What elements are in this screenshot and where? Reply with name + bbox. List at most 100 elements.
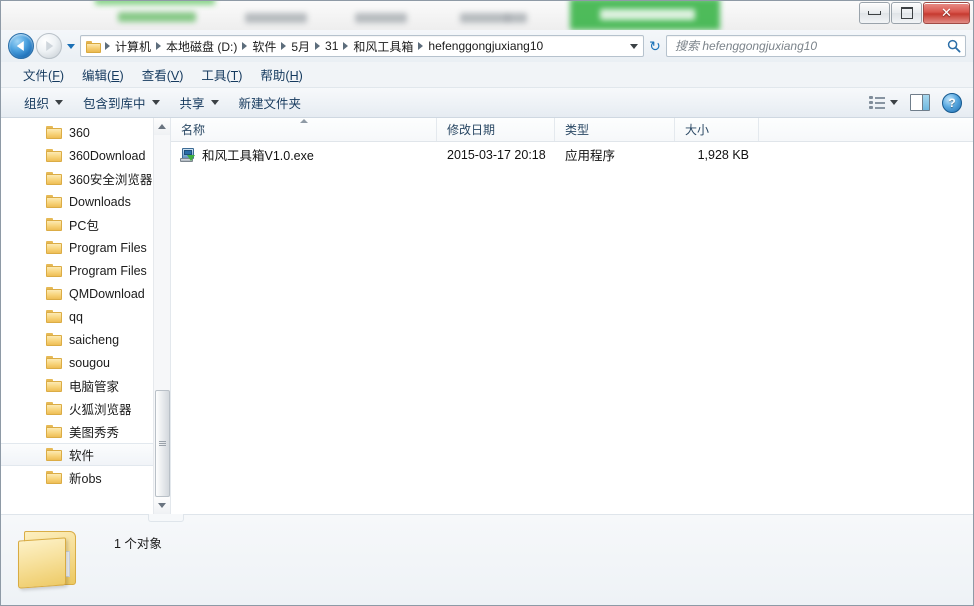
sidebar-item-meitu[interactable]: 美图秀秀 [0, 420, 154, 443]
help-button[interactable]: ? [936, 90, 968, 116]
address-box[interactable]: 计算机 本地磁盘 (D:) 软件 5月 31 和风工具箱 hefenggongj… [80, 35, 644, 57]
file-type-cell: 应用程序 [565, 149, 616, 163]
breadcrumb-separator [343, 42, 349, 50]
file-modified-cell: 2015-03-17 20:18 [447, 147, 546, 162]
back-arrow-icon [16, 41, 24, 51]
sidebar-item-label: 新obs [69, 472, 102, 486]
maximize-icon [900, 7, 913, 19]
main-area: 360 360Download 360安全浏览器 Downloads PC包 P… [0, 118, 974, 514]
include-in-library-button[interactable]: 包含到库中 [73, 89, 170, 116]
sidebar-item-xinobs[interactable]: 新obs [0, 466, 154, 489]
chevron-down-icon [890, 100, 898, 105]
breadcrumb-separator [281, 42, 287, 50]
file-rows: 和风工具箱V1.0.exe 2015-03-17 20:18 应用程序 1,92… [171, 142, 974, 514]
forward-button[interactable] [36, 33, 62, 59]
sidebar-item-label: QMDownload [69, 286, 145, 301]
sidebar-item-label: 火狐浏览器 [69, 403, 132, 417]
sidebar-item-qq[interactable]: qq [0, 305, 154, 328]
sidebar-item-program-files[interactable]: Program Files [0, 236, 154, 259]
sidebar-item-360browser[interactable]: 360安全浏览器 [0, 167, 154, 190]
sidebar-item-qmdownload[interactable]: QMDownload [0, 282, 154, 305]
file-name-cell: 和风工具箱V1.0.exe [171, 145, 437, 164]
background-green-tab-label [600, 9, 695, 20]
sidebar-item-360[interactable]: 360 [0, 121, 154, 144]
share-label: 共享 [179, 97, 205, 111]
search-icon[interactable] [943, 36, 965, 56]
menu-label: 工具 [201, 69, 227, 83]
menu-item-view[interactable]: 查看(V) [133, 62, 193, 87]
column-header-label: 名称 [181, 123, 206, 137]
menu-item-tools[interactable]: 工具(T) [192, 62, 251, 87]
scroll-up-button[interactable] [154, 118, 170, 135]
column-header-type[interactable]: 类型 [555, 118, 675, 141]
menu-accel: V [170, 69, 180, 83]
menu-bar: 文件(F) 编辑(E) 查看(V) 工具(T) 帮助(H) [0, 62, 974, 88]
refresh-icon: ↻ [649, 37, 661, 54]
column-header-size[interactable]: 大小 [675, 118, 759, 141]
folder-icon [46, 355, 63, 370]
maximize-button[interactable] [891, 2, 922, 24]
include-in-library-label: 包含到库中 [83, 97, 146, 111]
folder-icon [46, 332, 63, 347]
column-header-label: 修改日期 [447, 123, 496, 137]
menu-item-edit[interactable]: 编辑(E) [73, 62, 133, 87]
preview-pane-icon [910, 94, 930, 111]
sidebar-item-360download[interactable]: 360Download [0, 144, 154, 167]
history-dropdown-button[interactable] [65, 34, 77, 58]
folder-icon [46, 424, 63, 439]
menu-item-help[interactable]: 帮助(H) [251, 62, 311, 87]
breadcrumb-separator [418, 42, 424, 50]
search-box[interactable] [666, 35, 966, 57]
close-button[interactable]: ✕ [923, 2, 970, 24]
breadcrumb-item-computer[interactable]: 计算机 [111, 37, 155, 56]
search-input[interactable] [667, 38, 943, 54]
breadcrumb-item-month[interactable]: 5月 [287, 37, 314, 56]
chevron-down-icon [151, 100, 160, 105]
sidebar-item-firefox[interactable]: 火狐浏览器 [0, 397, 154, 420]
breadcrumb-item-current[interactable]: hefenggongjuxiang10 [424, 38, 547, 54]
column-header-label: 类型 [565, 123, 590, 137]
scroll-down-button[interactable] [154, 497, 170, 514]
sidebar-item-sougou[interactable]: sougou [0, 351, 154, 374]
sidebar-item-pc-manager[interactable]: 电脑管家 [0, 374, 154, 397]
chevron-down-icon [210, 100, 219, 105]
breadcrumb-item-day[interactable]: 31 [321, 38, 342, 54]
table-row[interactable]: 和风工具箱V1.0.exe 2015-03-17 20:18 应用程序 1,92… [171, 142, 974, 167]
share-button[interactable]: 共享 [170, 89, 229, 116]
breadcrumb-item-software[interactable]: 软件 [248, 37, 280, 56]
minimize-button[interactable] [859, 2, 890, 24]
menu-label: 文件 [23, 69, 49, 83]
sidebar-item-saicheng[interactable]: saicheng [0, 328, 154, 351]
sidebar-scrollbar[interactable] [153, 118, 170, 514]
column-header-filler [759, 118, 974, 141]
breadcrumb-item-toolbox[interactable]: 和风工具箱 [349, 37, 417, 56]
sidebar-item-program-files-x86[interactable]: Program Files [0, 259, 154, 282]
sidebar-item-pcbao[interactable]: PC包 [0, 213, 154, 236]
address-dropdown-button[interactable] [625, 36, 643, 56]
back-button[interactable] [8, 33, 34, 59]
column-header-modified[interactable]: 修改日期 [437, 118, 555, 141]
refresh-button[interactable]: ↻ [644, 34, 666, 58]
column-header-name[interactable]: 名称 [171, 118, 437, 141]
menu-item-file[interactable]: 文件(F) [14, 62, 73, 87]
column-header-label: 大小 [685, 123, 710, 137]
menu-label: 查看 [141, 69, 167, 83]
folder-icon [46, 217, 63, 232]
sidebar-item-downloads[interactable]: Downloads [0, 190, 154, 213]
new-folder-button[interactable]: 新建文件夹 [229, 89, 312, 116]
sidebar-item-label: Program Files [69, 240, 147, 255]
sidebar-item-label: 电脑管家 [69, 380, 120, 394]
folder-icon [46, 378, 63, 393]
scrollbar-thumb[interactable] [155, 390, 170, 497]
breadcrumb-item-drive[interactable]: 本地磁盘 (D:) [162, 37, 241, 56]
explorer-window: ✕ 计算机 本地磁盘 (D:) 软件 5月 31 和风工具箱 hefenggon… [0, 0, 974, 606]
file-name-label: 和风工具箱V1.0.exe [202, 149, 314, 163]
preview-pane-button[interactable] [904, 91, 936, 114]
organize-button[interactable]: 组织 [14, 89, 73, 116]
chevron-up-icon [158, 124, 166, 129]
executable-icon [179, 147, 195, 163]
view-options-button[interactable] [863, 93, 904, 113]
sidebar-item-software[interactable]: 软件 [0, 443, 154, 466]
background-content [0, 0, 974, 30]
folder-icon [46, 286, 63, 301]
